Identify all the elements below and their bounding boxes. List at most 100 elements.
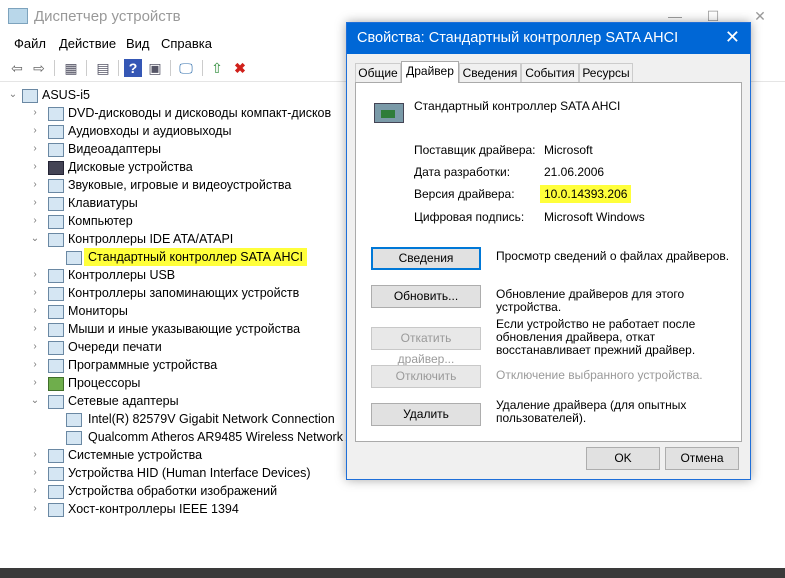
keyboard-icon (48, 197, 64, 211)
expand-icon[interactable]: › (30, 374, 40, 392)
mouse-icon (48, 323, 64, 337)
uninstall-driver-button[interactable]: Удалить (371, 403, 481, 426)
driver-details-button[interactable]: Сведения (371, 247, 481, 270)
expand-icon[interactable]: › (30, 338, 40, 356)
tree-item-label: Звуковые, игровые и видеоустройства (68, 178, 292, 192)
expand-icon[interactable]: › (30, 158, 40, 176)
collapse-icon[interactable]: ⌄ (30, 392, 40, 410)
scan-hardware-icon[interactable]: ▣ (146, 59, 164, 77)
tree-item-label: Мониторы (68, 304, 128, 318)
tree-item-label: Сетевые адаптеры (68, 394, 179, 408)
driver-tab-panel: Стандартный контроллер SATA AHCI Поставщ… (355, 82, 742, 442)
expand-icon[interactable]: › (30, 104, 40, 122)
menu-help[interactable]: Справка (161, 36, 212, 51)
driver-version-value: 10.0.14393.206 (540, 185, 632, 203)
menu-file[interactable]: Файл (14, 36, 46, 51)
tab-general[interactable]: Общие (355, 63, 401, 82)
expand-icon[interactable]: › (30, 446, 40, 464)
network-adapter-icon (66, 431, 82, 445)
expand-icon[interactable]: › (30, 176, 40, 194)
expand-icon[interactable]: › (30, 122, 40, 140)
toolbar-separator (118, 60, 119, 76)
tab-resources[interactable]: Ресурсы (579, 63, 633, 82)
device-tree: ⌄ ASUS-i5 › DVD-дисководы и дисководы ко… (0, 84, 368, 578)
toolbar-separator (170, 60, 171, 76)
tree-item-label: Хост-контроллеры IEEE 1394 (68, 502, 239, 516)
tab-driver[interactable]: Драйвер (401, 61, 459, 83)
forward-icon[interactable]: ⇨ (30, 59, 48, 77)
menu-action[interactable]: Действие (59, 36, 116, 51)
expand-icon[interactable]: › (30, 284, 40, 302)
properties-icon[interactable]: ▦ (62, 59, 80, 77)
tree-item-label: Компьютер (68, 214, 133, 228)
dialog-close-button[interactable]: ✕ (725, 27, 740, 48)
tree-item-label: Устройства обработки изображений (68, 484, 278, 498)
disable-device-button[interactable]: Отключить (371, 365, 481, 388)
view-icon[interactable]: ▤ (94, 59, 112, 77)
properties-dialog: Свойства: Стандартный контроллер SATA AH… (346, 22, 751, 480)
cancel-button[interactable]: Отмена (665, 447, 739, 470)
prop-label: Поставщик драйвера: (414, 143, 536, 157)
storage-controller-icon (66, 251, 82, 265)
update-driver-icon[interactable]: ⇧ (208, 59, 226, 77)
tree-root-label: ASUS-i5 (42, 88, 90, 102)
disk-drive-icon (48, 161, 64, 175)
uninstall-driver-desc: Удаление драйвера (для опытных пользоват… (496, 398, 687, 425)
monitor-icon[interactable]: 🖵 (177, 59, 195, 77)
prop-label: Цифровая подпись: (414, 210, 525, 224)
system-device-icon (48, 449, 64, 463)
help-icon[interactable]: ? (124, 59, 142, 77)
collapse-icon[interactable]: ⌄ (8, 86, 18, 104)
prop-label: Дата разработки: (414, 165, 511, 179)
menu-view[interactable]: Вид (126, 36, 150, 51)
expand-icon[interactable]: › (30, 500, 40, 518)
expand-icon[interactable]: › (30, 266, 40, 284)
prop-value: Microsoft Windows (544, 210, 645, 224)
processor-icon (48, 377, 64, 391)
expand-icon[interactable]: › (30, 464, 40, 482)
tree-item-label: Программные устройства (68, 358, 218, 372)
toolbar-separator (202, 60, 203, 76)
tree-item-label: Процессоры (68, 376, 141, 390)
tab-details[interactable]: Сведения (459, 63, 521, 82)
tree-item-label: Контроллеры IDE ATA/ATAPI (68, 232, 234, 246)
network-adapter-icon (66, 413, 82, 427)
tree-item-label: Клавиатуры (68, 196, 138, 210)
back-icon[interactable]: ⇦ (8, 59, 26, 77)
expand-icon[interactable]: › (30, 140, 40, 158)
tree-item-label: Системные устройства (68, 448, 203, 462)
disable-device-desc: Отключение выбранного устройства. (496, 368, 703, 382)
expand-icon[interactable]: › (30, 212, 40, 230)
update-driver-button[interactable]: Обновить... (371, 285, 481, 308)
expand-icon[interactable]: › (30, 302, 40, 320)
toolbar-separator (86, 60, 87, 76)
expand-icon[interactable]: › (30, 482, 40, 500)
rollback-driver-button[interactable]: Откатить драйвер... (371, 327, 481, 366)
tree-item-label: Qualcomm Atheros AR9485 Wireless Network… (88, 430, 368, 444)
display-adapter-icon (48, 143, 64, 157)
tab-events[interactable]: События (521, 63, 579, 82)
sound-icon (48, 179, 64, 193)
network-adapter-icon (48, 395, 64, 409)
expand-icon[interactable]: › (30, 194, 40, 212)
collapse-icon[interactable]: ⌄ (30, 230, 40, 248)
driver-details-desc: Просмотр сведений о файлах драйверов. (496, 249, 730, 263)
usb-icon (48, 269, 64, 283)
tree-item-label: Очереди печати (68, 340, 162, 354)
device-manager-icon (8, 8, 28, 24)
prop-value: 21.06.2006 (544, 165, 605, 179)
ok-button[interactable]: OK (586, 447, 660, 470)
tree-item-label: Контроллеры запоминающих устройств (68, 286, 300, 300)
tree-item-label: Аудиовходы и аудиовыходы (68, 124, 232, 138)
window-title: Диспетчер устройств (34, 8, 181, 25)
tree-item-label: Видеоадаптеры (68, 142, 161, 156)
desktop-strip (0, 568, 785, 578)
ieee1394-icon (48, 503, 64, 517)
software-device-icon (48, 359, 64, 373)
computer-icon (48, 215, 64, 229)
uninstall-icon[interactable]: ✖ (231, 59, 249, 77)
tree-item-label: Устройства HID (Human Interface Devices) (68, 466, 311, 480)
update-driver-desc: Обновление драйверов для этого устройств… (496, 287, 685, 314)
expand-icon[interactable]: › (30, 320, 40, 338)
expand-icon[interactable]: › (30, 356, 40, 374)
